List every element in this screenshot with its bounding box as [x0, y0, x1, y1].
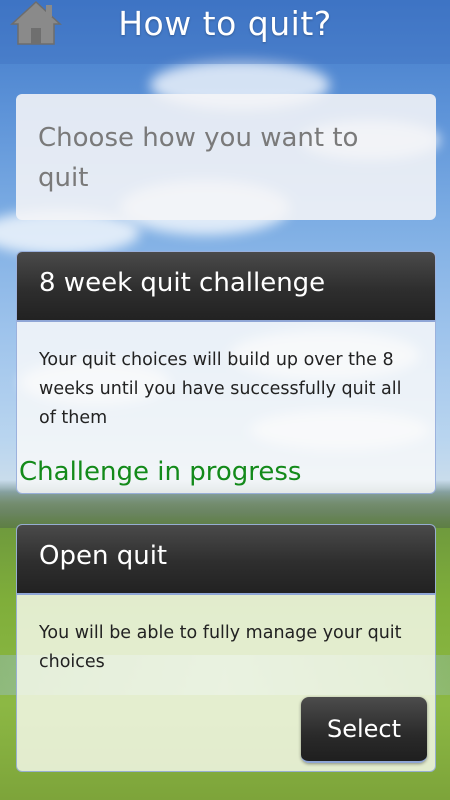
challenge-option-description: Your quit choices will build up over the…: [39, 350, 402, 428]
open-quit-option-card: Open quit You will be able to fully mana…: [16, 524, 436, 772]
open-quit-option-description: You will be able to fully manage your qu…: [39, 623, 402, 672]
instruction-text: Choose how you want to quit: [38, 123, 359, 193]
select-button[interactable]: Select: [301, 697, 427, 763]
challenge-option-title: 8 week quit challenge: [39, 268, 326, 298]
open-quit-option-title: Open quit: [39, 541, 168, 571]
challenge-option-header: 8 week quit challenge: [17, 252, 435, 322]
challenge-option-card[interactable]: 8 week quit challenge Your quit choices …: [16, 251, 436, 494]
instruction-box: Choose how you want to quit: [16, 94, 436, 220]
mountains: [0, 488, 450, 528]
open-quit-option-header: Open quit: [17, 525, 435, 595]
page-title: How to quit?: [118, 4, 332, 43]
challenge-status-text: Challenge in progress: [19, 457, 302, 487]
